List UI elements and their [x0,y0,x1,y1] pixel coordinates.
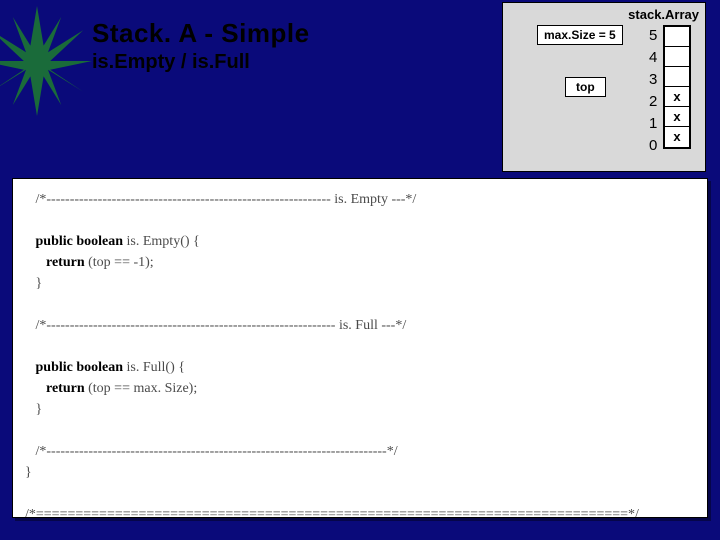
code-line: /*--------------------------------------… [25,318,406,333]
index-label: 4 [649,47,657,69]
code-line: } [25,276,42,291]
stack-cell [665,27,689,47]
code-line: /*======================================… [25,507,639,518]
stack-indices: 5 4 3 2 1 0 [649,25,657,157]
stack-cells: x x x [663,25,691,149]
code-line: (top == max. Size); [85,381,198,396]
diagram-label: stack.Array [628,7,699,22]
index-label: 3 [649,69,657,91]
stack-cell [665,47,689,67]
stack-cell: x [665,107,689,127]
starburst-icon [0,6,92,116]
code-line: /*--------------------------------------… [25,444,398,459]
code-line: } [25,465,32,480]
maxsize-box: max.Size = 5 [537,25,623,45]
index-label: 5 [649,25,657,47]
code-line: } [25,402,42,417]
slide-title: Stack. A - Simple [92,18,310,49]
code-line: is. Empty() { [123,234,200,249]
stack-cell: x [665,127,689,147]
top-box: top [565,77,606,97]
stack-cell [665,67,689,87]
code-line: /*--------------------------------------… [25,192,416,207]
index-label: 1 [649,113,657,135]
code-kw: return [25,381,85,396]
code-kw: public boolean [25,234,123,249]
code-kw: public boolean [25,360,123,375]
index-label: 2 [649,91,657,113]
stack-cell: x [665,87,689,107]
code-listing: /*--------------------------------------… [12,178,708,518]
code-kw: return [25,255,85,270]
code-line: (top == -1); [85,255,154,270]
slide-subtitle: is.Empty / is.Full [92,51,310,74]
slide-title-block: Stack. A - Simple is.Empty / is.Full [92,18,310,74]
code-line: is. Full() { [123,360,185,375]
index-label: 0 [649,135,657,157]
stack-diagram: stack.Array max.Size = 5 top 5 4 3 2 1 0… [502,2,706,172]
